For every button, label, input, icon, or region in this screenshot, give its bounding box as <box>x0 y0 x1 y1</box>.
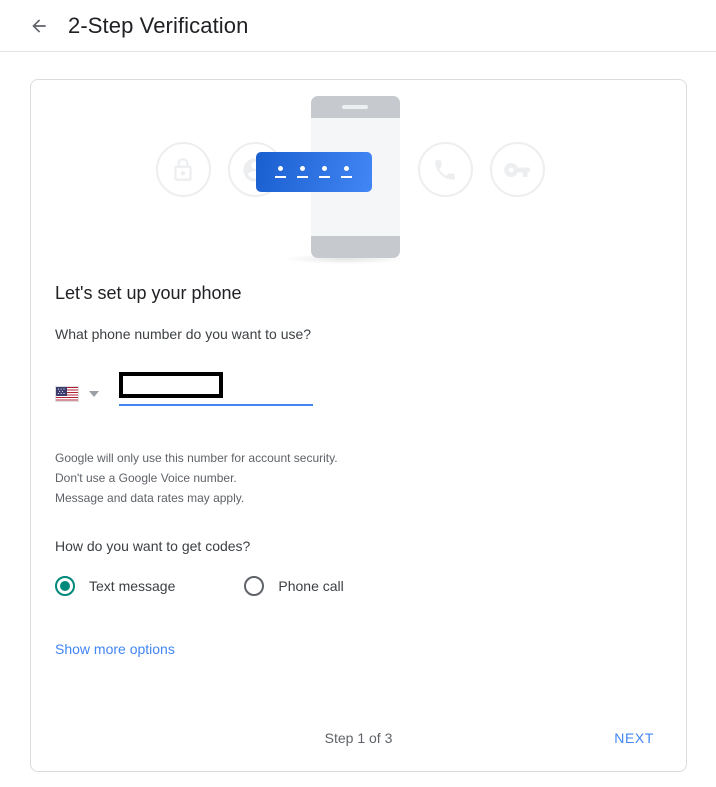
code-slot <box>318 166 330 178</box>
arrow-left-icon <box>32 18 46 33</box>
code-slot <box>340 166 352 178</box>
radio-option-text-message[interactable]: Text message <box>55 576 175 596</box>
radio-label-text-message: Text message <box>89 578 176 594</box>
section-title: Let's set up your phone <box>55 283 242 303</box>
helper-line-3: Message and data rates may apply. <box>55 491 245 505</box>
helper-line-2: Don't use a Google Voice number. <box>55 471 237 485</box>
lock-icon <box>155 142 211 197</box>
radio-label-phone-call: Phone call <box>278 578 344 594</box>
back-button[interactable] <box>27 14 51 38</box>
code-slot <box>297 166 309 178</box>
radio-indicator-selected <box>55 576 75 596</box>
codes-delivery-question: How do you want to get codes? <box>55 538 251 554</box>
code-slot <box>275 166 287 178</box>
helper-text: Google will only use this number for acc… <box>55 448 662 508</box>
show-more-options-link[interactable]: Show more options <box>55 641 175 657</box>
us-flag-icon <box>55 386 79 402</box>
page-header: 2-Step Verification <box>0 0 716 52</box>
page-title: 2-Step Verification <box>68 12 249 38</box>
two-step-verification-page: 2-Step Verification Let's set up your ph… <box>0 0 716 787</box>
card-content: Let's set up your phone What phone numbe… <box>31 273 686 659</box>
verification-illustration <box>31 93 686 273</box>
setup-card: Let's set up your phone What phone numbe… <box>30 79 687 772</box>
phone-number-input[interactable] <box>119 377 313 403</box>
step-indicator: Step 1 of 3 <box>324 730 393 746</box>
phone-number-question: What phone number do you want to use? <box>55 326 312 342</box>
radio-option-phone-call[interactable]: Phone call <box>244 576 344 596</box>
next-button[interactable]: NEXT <box>606 724 662 752</box>
phone-call-icon <box>417 142 473 197</box>
codes-delivery-radio-group: Text message Phone call <box>55 576 662 596</box>
chevron-down-icon <box>89 391 99 397</box>
radio-indicator-unselected <box>244 576 265 596</box>
phone-input-row <box>55 370 662 406</box>
country-code-select[interactable] <box>55 386 99 406</box>
input-underline <box>119 404 313 406</box>
key-icon <box>489 142 545 197</box>
phone-speaker <box>342 105 368 109</box>
phone-device-icon <box>255 96 405 264</box>
helper-line-1: Google will only use this number for acc… <box>55 451 338 465</box>
code-entry-banner <box>255 152 372 192</box>
card-footer: Step 1 of 3 NEXT <box>31 705 686 771</box>
phone-number-field-wrapper <box>119 372 313 406</box>
